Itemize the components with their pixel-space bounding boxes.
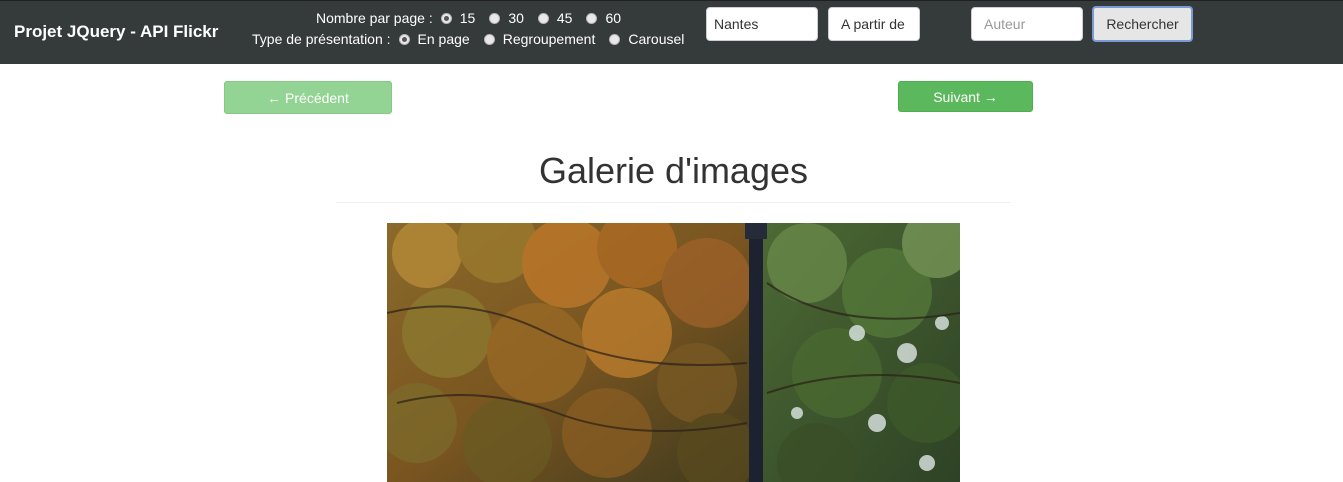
presentation-radio-regroupement[interactable]: Regroupement [483, 31, 604, 47]
presentation-radio-en-page[interactable]: En page [398, 31, 478, 47]
presentation-label: Type de présentation : [252, 31, 391, 47]
per-page-options: Nombre par page : 15 30 45 60 [316, 9, 629, 27]
gallery-photo[interactable] [387, 223, 960, 482]
radio-icon[interactable] [586, 12, 598, 24]
app-brand[interactable]: Projet JQuery - API Flickr [14, 22, 218, 42]
next-button[interactable]: Suivant → [898, 81, 1033, 112]
previous-button[interactable]: ← Précédent [224, 81, 392, 114]
per-page-radio-60[interactable]: 60 [586, 10, 629, 26]
author-input[interactable]: Auteur [971, 7, 1083, 41]
per-page-radio-30[interactable]: 30 [489, 10, 532, 26]
radio-checked-icon[interactable] [440, 12, 452, 24]
city-input[interactable]: Nantes [706, 7, 818, 41]
gallery-title: Galerie d'images [539, 150, 808, 191]
title-divider [336, 202, 1011, 203]
radio-icon[interactable] [537, 12, 549, 24]
search-button[interactable]: Rechercher [1092, 6, 1193, 42]
radio-icon[interactable] [489, 12, 501, 24]
top-navbar: Projet JQuery - API Flickr Nombre par pa… [0, 0, 1343, 64]
per-page-radio-15[interactable]: 15 [440, 10, 484, 26]
presentation-options: Type de présentation : En page Regroupem… [252, 30, 692, 48]
radio-checked-icon[interactable] [398, 33, 410, 45]
per-page-radio-45[interactable]: 45 [537, 10, 581, 26]
autumn-trees-image [387, 223, 960, 482]
radio-icon[interactable] [609, 33, 621, 45]
per-page-label: Nombre par page : [316, 10, 433, 26]
radio-icon[interactable] [483, 33, 495, 45]
date-input[interactable]: A partir de [828, 7, 920, 41]
presentation-radio-carousel[interactable]: Carousel [609, 31, 692, 47]
